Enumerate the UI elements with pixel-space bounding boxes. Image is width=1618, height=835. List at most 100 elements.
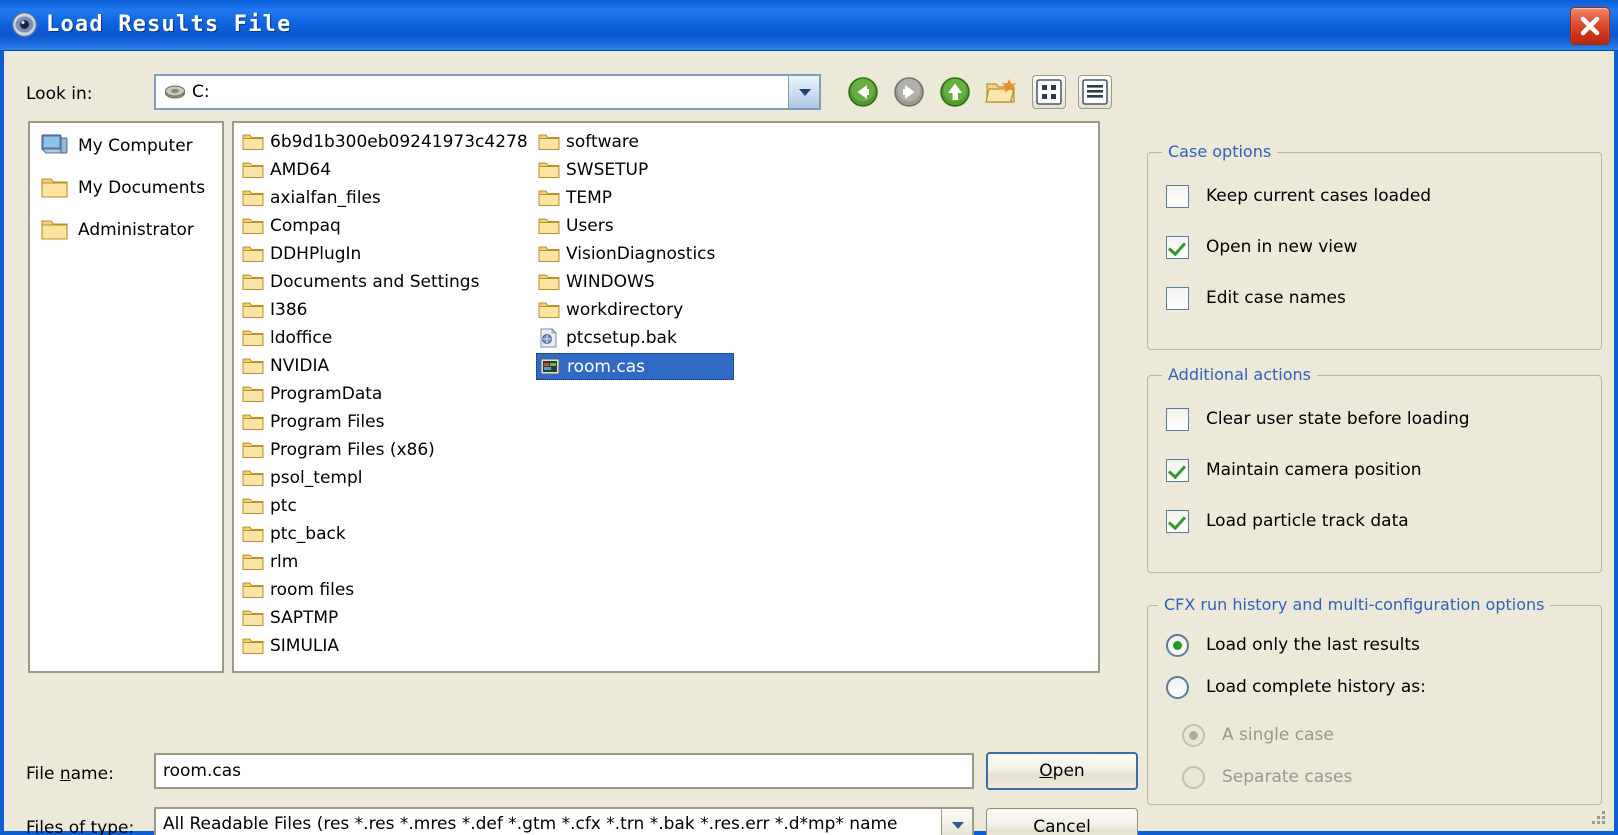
- list-item-label: 6b9d1b300eb09241973c4278: [270, 132, 528, 152]
- checkbox-checked-icon: [1166, 236, 1189, 259]
- place-item-label: My Computer: [78, 136, 193, 156]
- cfx-run-history-group: CFX run history and multi-configuration …: [1147, 595, 1602, 805]
- new-folder-icon: [985, 79, 1017, 103]
- places-sidebar: My Computer My Documents Administrator: [28, 121, 224, 673]
- eye-icon: [11, 11, 38, 38]
- option-label: Clear user state before loading: [1206, 409, 1470, 429]
- new-folder-button[interactable]: [984, 75, 1018, 109]
- list-item-label: software: [566, 132, 640, 152]
- option-label: Edit case names: [1206, 288, 1346, 308]
- list-item-label: Program Files: [270, 412, 385, 432]
- file-name-label: File name:: [26, 764, 114, 784]
- close-button[interactable]: [1570, 7, 1610, 45]
- radio-icon: [1166, 676, 1189, 699]
- folder-icon: [538, 244, 560, 264]
- checkbox-checked-icon: [1166, 510, 1189, 533]
- up-button[interactable]: [938, 75, 972, 109]
- list-item-label: room.cas: [567, 357, 646, 377]
- additional-actions-title: Additional actions: [1162, 365, 1317, 384]
- cas-file-icon: [539, 357, 561, 377]
- folder-icon: [242, 188, 264, 208]
- open-button[interactable]: Open: [986, 752, 1138, 790]
- files-of-type-value: All Readable Files (res *.res *.mres *.d…: [163, 814, 898, 834]
- folder-icon: [242, 496, 264, 516]
- files-of-type-label: Files of type:: [26, 818, 135, 835]
- cancel-button[interactable]: Cancel: [986, 808, 1138, 835]
- list-item-label: room files: [270, 580, 355, 600]
- list-item-selected[interactable]: room.cas: [536, 353, 734, 380]
- folder-icon: [242, 132, 264, 152]
- folder-icon: [242, 524, 264, 544]
- list-item-label: TEMP: [566, 188, 613, 208]
- detail-view-button[interactable]: [1078, 75, 1112, 109]
- drive-icon: [164, 84, 186, 100]
- list-item-label: ptc_back: [270, 524, 346, 544]
- radio-disabled-icon: [1182, 766, 1205, 789]
- close-icon: [1580, 16, 1600, 36]
- folder-icon: [242, 272, 264, 292]
- list-item-label: SAPTMP: [270, 608, 339, 628]
- list-item-label: Program Files (x86): [270, 440, 435, 460]
- checkbox-icon: [1166, 408, 1189, 431]
- file-name-input[interactable]: room.cas: [154, 753, 974, 789]
- cfx-run-history-title: CFX run history and multi-configuration …: [1158, 595, 1551, 614]
- arrow-up-circle-icon: [940, 77, 970, 107]
- folder-icon: [242, 300, 264, 320]
- list-item-label: SWSETUP: [566, 160, 649, 180]
- back-button[interactable]: [846, 75, 880, 109]
- folder-icon: [242, 468, 264, 488]
- folder-icon: [242, 160, 264, 180]
- case-options-group: Case options Keep current cases loaded O…: [1147, 142, 1602, 350]
- chevron-down-icon[interactable]: [941, 809, 972, 835]
- list-item-label: SIMULIA: [270, 636, 340, 656]
- folder-icon: [538, 216, 560, 236]
- forward-button[interactable]: [892, 75, 926, 109]
- list-item-label: axialfan_files: [270, 188, 381, 208]
- place-item-2[interactable]: Administrator: [36, 213, 216, 249]
- list-item-label: workdirectory: [566, 300, 684, 320]
- folder-icon: [242, 440, 264, 460]
- option-label: Open in new view: [1206, 237, 1358, 257]
- load-results-file-dialog: Load Results File Look in: C: My Compute…: [0, 0, 1618, 835]
- place-item-label: My Documents: [78, 178, 206, 198]
- list-item-label: Documents and Settings: [270, 272, 480, 292]
- look-in-value: C:: [192, 82, 210, 102]
- list-item-label: AMD64: [270, 160, 332, 180]
- files-of-type-combo[interactable]: All Readable Files (res *.res *.mres *.d…: [154, 807, 974, 835]
- folder-icon: [242, 608, 264, 628]
- checkbox-icon: [1166, 185, 1189, 208]
- folder-icon: [242, 580, 264, 600]
- look-in-combo[interactable]: C:: [154, 74, 821, 110]
- place-item-0[interactable]: My Computer: [36, 129, 216, 165]
- chevron-down-icon[interactable]: [788, 76, 819, 108]
- list-item-label: DDHPlugIn: [270, 244, 362, 264]
- list-item-label: NVIDIA: [270, 356, 330, 376]
- folder-icon: [242, 412, 264, 432]
- file-list[interactable]: 6b9d1b300eb09241973c4278 AMD64 axialfan_…: [232, 121, 1100, 673]
- additional-actions-group: Additional actions Clear user state befo…: [1147, 365, 1602, 573]
- icon-view-button[interactable]: [1032, 75, 1066, 109]
- list-item-label: WINDOWS: [566, 272, 655, 292]
- look-in-label: Look in:: [26, 84, 93, 104]
- checkbox-checked-icon: [1166, 459, 1189, 482]
- list-item-label: I386: [270, 300, 308, 320]
- place-item-1[interactable]: My Documents: [36, 171, 216, 207]
- folder-icon: [538, 300, 560, 320]
- arrow-left-circle-icon: [848, 77, 878, 107]
- folder-icon: [538, 188, 560, 208]
- folder-icon: [242, 244, 264, 264]
- radio-checked-disabled-icon: [1182, 724, 1205, 747]
- grid-view-icon: [1036, 79, 1062, 105]
- folder-icon: [242, 636, 264, 656]
- option-label: Separate cases: [1222, 767, 1353, 787]
- computer-icon: [40, 132, 70, 160]
- option-label: Maintain camera position: [1206, 460, 1422, 480]
- folder-icon: [40, 216, 70, 244]
- folder-icon: [242, 216, 264, 236]
- list-view-icon: [1082, 79, 1108, 105]
- resize-grip[interactable]: [1592, 811, 1606, 825]
- case-options-title: Case options: [1162, 142, 1278, 161]
- option-label: Load only the last results: [1206, 635, 1420, 655]
- folder-icon: [242, 328, 264, 348]
- folder-icon: [242, 356, 264, 376]
